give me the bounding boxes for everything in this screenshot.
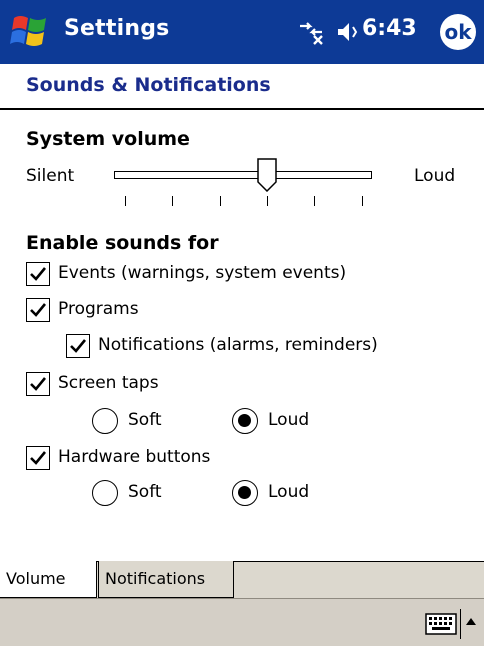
slider-tick bbox=[220, 196, 221, 206]
screen-taps-soft-radio[interactable] bbox=[92, 408, 118, 434]
screen-taps-loud-radio[interactable] bbox=[232, 408, 258, 434]
tab-volume[interactable]: Volume bbox=[0, 561, 97, 598]
enable-sounds-heading: Enable sounds for bbox=[26, 232, 219, 254]
radio-selected-dot bbox=[238, 486, 251, 499]
header-divider bbox=[0, 108, 484, 110]
screen-taps-checkbox[interactable] bbox=[26, 372, 50, 396]
volume-slider-thumb[interactable] bbox=[257, 158, 277, 192]
checkmark-icon bbox=[30, 267, 47, 281]
page-title: Sounds & Notifications bbox=[26, 74, 271, 96]
radio-selected-dot bbox=[238, 414, 251, 427]
slider-max-label: Loud bbox=[414, 166, 456, 186]
speaker-volume-icon[interactable] bbox=[336, 20, 360, 44]
start-menu-logo-icon[interactable] bbox=[8, 10, 52, 54]
keyboard-icon[interactable] bbox=[425, 613, 457, 635]
slider-min-label: Silent bbox=[26, 166, 75, 186]
events-label[interactable]: Events (warnings, system events) bbox=[58, 263, 346, 283]
sip-up-arrow-icon[interactable] bbox=[464, 615, 478, 627]
hardware-soft-radio[interactable] bbox=[92, 480, 118, 506]
notifications-checkbox[interactable] bbox=[66, 334, 90, 358]
checkmark-icon bbox=[30, 451, 47, 465]
checkmark-icon bbox=[30, 377, 47, 391]
slider-tick bbox=[267, 196, 268, 206]
hardware-buttons-label[interactable]: Hardware buttons bbox=[58, 447, 210, 467]
ok-button[interactable]: ok bbox=[440, 14, 476, 50]
notifications-label[interactable]: Notifications (alarms, reminders) bbox=[98, 335, 378, 355]
checkmark-icon bbox=[70, 339, 87, 353]
command-bar bbox=[0, 598, 484, 646]
tab-notifications[interactable]: Notifications bbox=[98, 561, 234, 598]
screen-taps-soft-label[interactable]: Soft bbox=[128, 410, 162, 430]
app-title: Settings bbox=[64, 16, 170, 41]
hardware-loud-radio[interactable] bbox=[232, 480, 258, 506]
programs-label[interactable]: Programs bbox=[58, 299, 139, 319]
events-checkbox[interactable] bbox=[26, 262, 50, 286]
hardware-soft-label[interactable]: Soft bbox=[128, 482, 162, 502]
slider-tick bbox=[125, 196, 126, 206]
slider-tick bbox=[172, 196, 173, 206]
tab-bar: Volume Notifications bbox=[0, 561, 484, 598]
title-bar: Settings 6:43 ok bbox=[0, 0, 484, 64]
sip-separator bbox=[460, 609, 461, 639]
volume-slider-track[interactable] bbox=[114, 171, 372, 179]
checkmark-icon bbox=[30, 303, 47, 317]
programs-checkbox[interactable] bbox=[26, 298, 50, 322]
system-volume-heading: System volume bbox=[26, 128, 190, 150]
connectivity-icon[interactable] bbox=[296, 18, 326, 46]
screen-taps-loud-label[interactable]: Loud bbox=[268, 410, 309, 430]
slider-tick bbox=[314, 196, 315, 206]
slider-tick bbox=[362, 196, 363, 206]
clock[interactable]: 6:43 bbox=[362, 16, 417, 41]
screen-taps-label[interactable]: Screen taps bbox=[58, 373, 159, 393]
hardware-buttons-checkbox[interactable] bbox=[26, 446, 50, 470]
hardware-loud-label[interactable]: Loud bbox=[268, 482, 309, 502]
